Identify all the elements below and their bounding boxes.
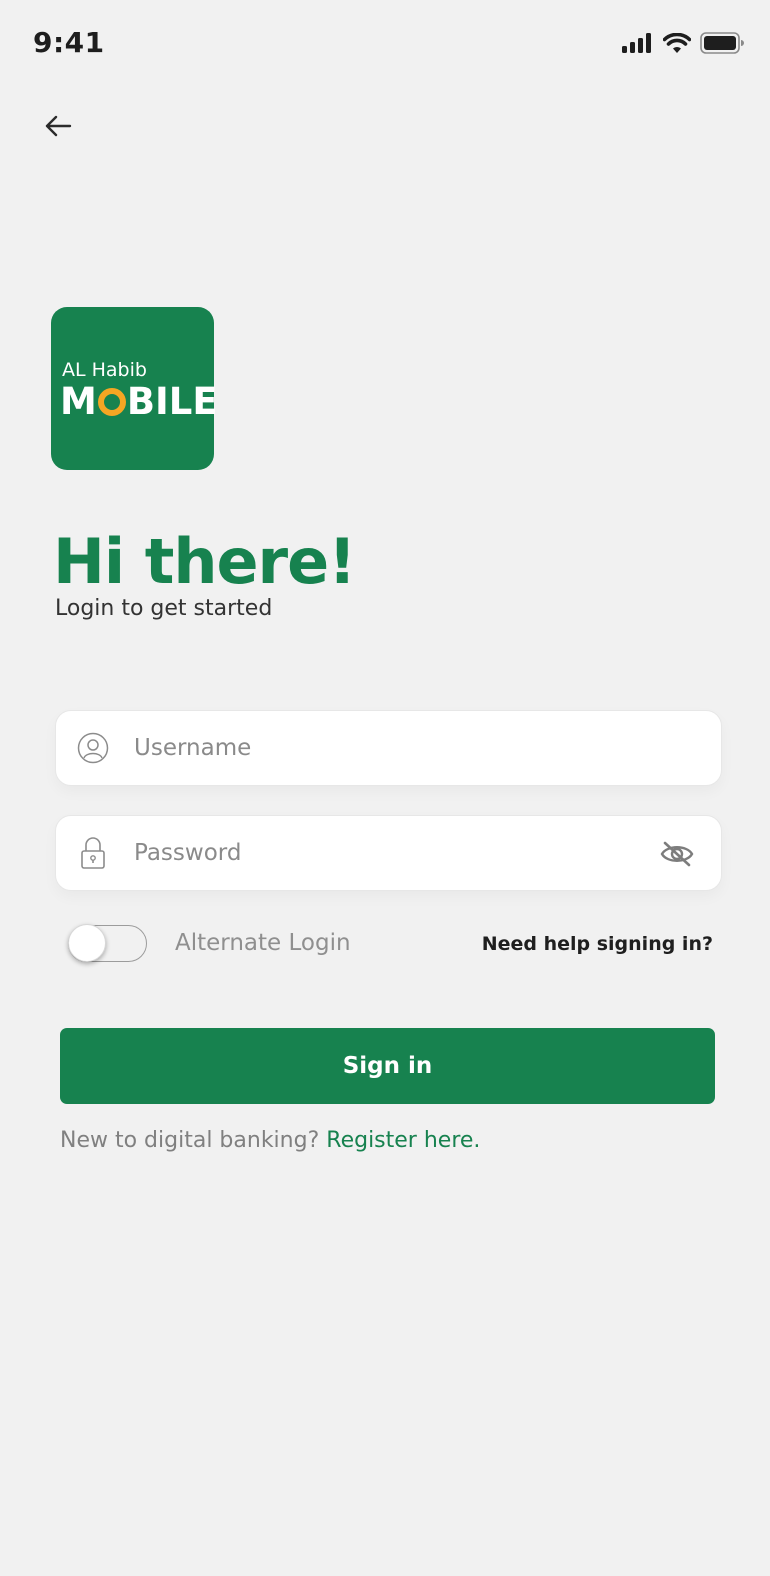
back-button[interactable] xyxy=(38,108,78,148)
arrow-left-icon xyxy=(43,114,73,142)
password-field[interactable] xyxy=(55,815,722,891)
register-link[interactable]: Register here. xyxy=(326,1128,480,1153)
logo-wordmark: M BILE xyxy=(60,380,218,424)
eye-off-icon[interactable] xyxy=(657,836,697,872)
logo-letter-m: M xyxy=(60,380,97,423)
username-field[interactable] xyxy=(55,710,722,786)
page-title: Hi there! xyxy=(53,525,356,598)
lock-icon xyxy=(75,835,111,871)
status-icons xyxy=(622,32,744,58)
wifi-icon xyxy=(662,32,692,58)
page-subtitle: Login to get started xyxy=(55,596,273,621)
logo-subtext: AL Habib xyxy=(62,359,147,381)
user-circle-icon xyxy=(75,730,111,766)
status-time: 9:41 xyxy=(33,26,105,59)
battery-icon xyxy=(700,32,744,58)
toggle-knob xyxy=(68,924,106,962)
register-row: New to digital banking? Register here. xyxy=(60,1128,480,1153)
app-logo: AL Habib M BILE xyxy=(51,307,218,470)
password-input[interactable] xyxy=(134,816,634,890)
alternate-login-label: Alternate Login xyxy=(175,930,351,956)
logo-letters-bile: BILE xyxy=(126,380,218,423)
help-signing-in-link[interactable]: Need help signing in? xyxy=(482,933,713,955)
logo-o-ring xyxy=(97,388,126,416)
signal-icon xyxy=(622,33,654,57)
username-input[interactable] xyxy=(134,711,634,785)
alternate-login-toggle[interactable] xyxy=(68,924,147,962)
status-bar: 9:41 xyxy=(0,0,770,90)
register-prompt: New to digital banking? xyxy=(60,1128,320,1153)
sign-in-button[interactable]: Sign in xyxy=(60,1028,715,1104)
